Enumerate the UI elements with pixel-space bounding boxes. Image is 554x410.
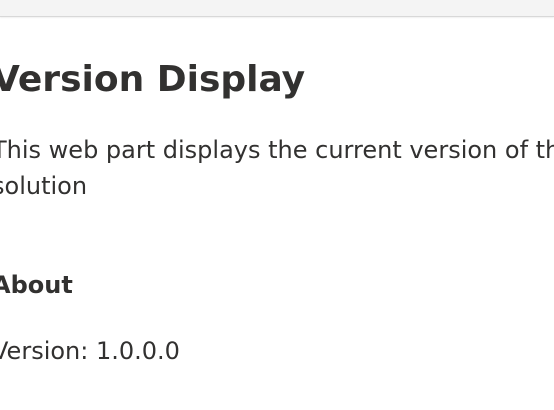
version-line: Version: 1.0.0.0 (0, 334, 180, 368)
version-value: 1.0.0.0 (95, 337, 180, 365)
webpart-title: Version Display (0, 59, 306, 100)
version-label: Version: (0, 337, 89, 365)
webpart-container: Version Display This web part displays t… (0, 0, 554, 410)
about-heading: About (0, 271, 73, 299)
webpart-description: This web part displays the current versi… (0, 136, 554, 200)
